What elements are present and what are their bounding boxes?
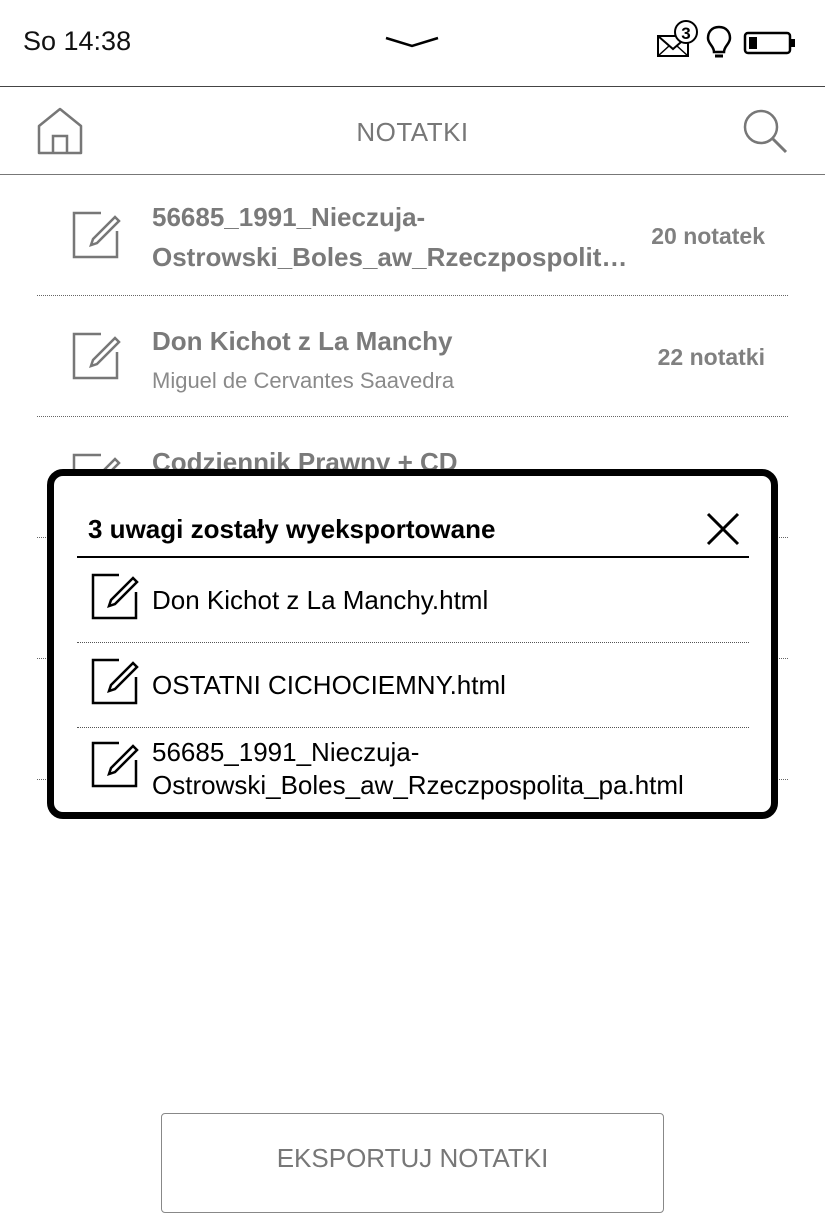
note-title: Don Kichot z La Manchy	[152, 326, 453, 356]
battery-icon	[743, 31, 795, 55]
status-time: So 14:38	[23, 26, 132, 56]
exported-file-item[interactable]: Don Kichot z La Manchy.html	[77, 558, 749, 643]
note-edit-icon	[91, 741, 139, 788]
chevron-down-icon[interactable]	[384, 32, 440, 52]
note-title-line2: Ostrowski_Boles_aw_Rzeczpospolit…	[152, 242, 628, 272]
exported-file-item[interactable]: 56685_1991_Nieczuja- Ostrowski_Boles_aw_…	[77, 728, 749, 813]
list-item[interactable]: 56685_1991_Nieczuja- Ostrowski_Boles_aw_…	[37, 175, 788, 296]
page-title: NOTATKI	[356, 117, 469, 147]
mail-badge: 3	[674, 20, 698, 44]
bulb-icon[interactable]	[705, 25, 733, 61]
search-icon[interactable]	[742, 108, 788, 154]
exported-file-name: Don Kichot z La Manchy.html	[152, 585, 489, 615]
exported-file-name: OSTATNI CICHOCIEMNY.html	[152, 670, 506, 700]
note-edit-icon	[91, 658, 139, 705]
note-count: 20 notatek	[651, 223, 765, 249]
export-notes-label: EKSPORTUJ NOTATKI	[276, 1143, 549, 1173]
exported-file-item[interactable]: OSTATNI CICHOCIEMNY.html	[77, 643, 749, 728]
close-icon[interactable]	[706, 512, 740, 546]
note-count: 22 notatki	[657, 344, 765, 370]
list-item[interactable]: Don Kichot z La Manchy Miguel de Cervant…	[37, 296, 788, 417]
export-result-dialog: 3 uwagi zostały wyeksportowane Don Kicho…	[47, 469, 778, 819]
export-notes-button[interactable]: EKSPORTUJ NOTATKI	[161, 1113, 664, 1213]
exported-file-name-line2: Ostrowski_Boles_aw_Rzeczpospolita_pa.htm…	[152, 770, 684, 800]
note-title-line1: 56685_1991_Nieczuja-	[152, 202, 426, 232]
note-author: Miguel de Cervantes Saavedra	[152, 368, 455, 393]
dialog-title: 3 uwagi zostały wyeksportowane	[88, 514, 496, 544]
note-edit-icon	[72, 211, 121, 259]
note-edit-icon	[72, 332, 121, 380]
exported-file-name-line1: 56685_1991_Nieczuja-	[152, 737, 420, 767]
note-edit-icon	[91, 573, 139, 620]
